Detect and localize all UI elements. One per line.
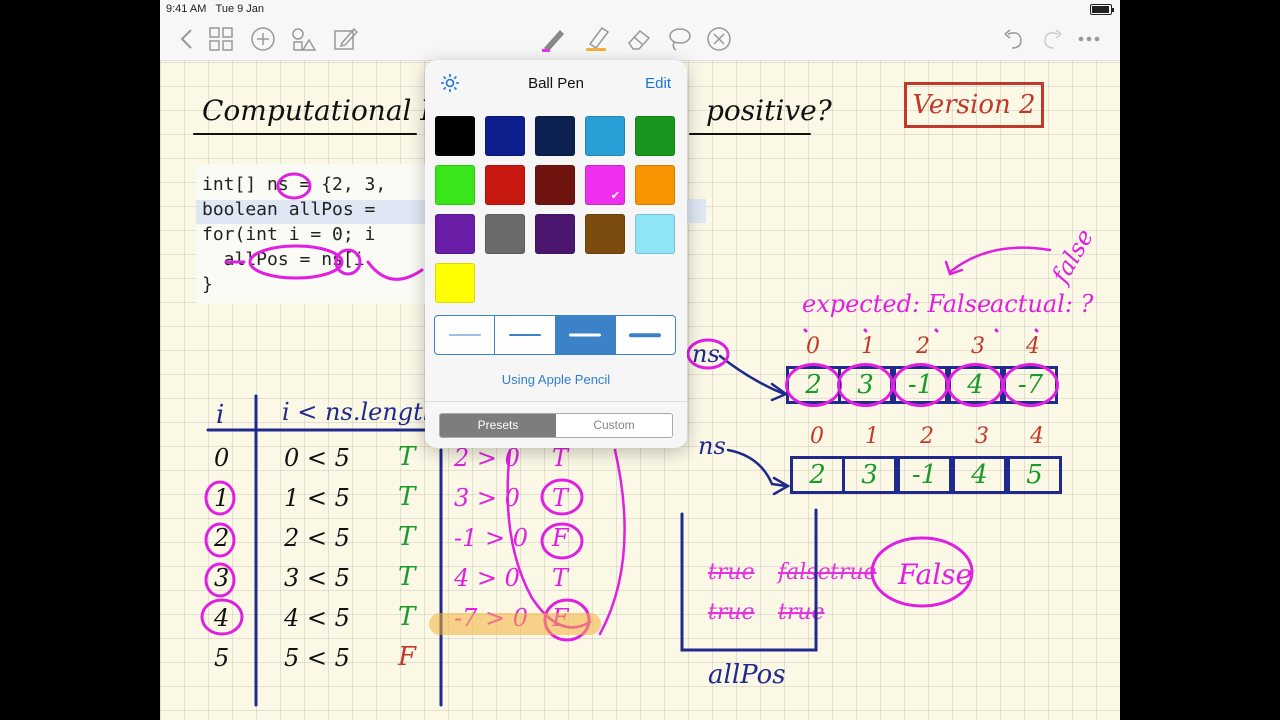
stroke-width-selector [434,315,676,355]
color-swatch[interactable] [635,214,675,254]
color-swatch[interactable] [585,116,625,156]
color-swatch[interactable] [535,214,575,254]
color-swatch[interactable] [485,214,525,254]
color-swatch[interactable] [435,263,475,303]
stroke-width-2[interactable] [495,316,556,354]
notebook-screen: 9:41 AM Tue 9 Jan int[] ns = {2, 3, bool… [160,0,1120,720]
color-swatch[interactable] [535,165,575,205]
color-swatch[interactable] [485,116,525,156]
color-swatch[interactable] [435,214,475,254]
custom-tab[interactable]: Custom [556,414,672,437]
ball-pen-popover: Ball Pen Edit ✔ Using Apple Pencil Prese… [425,60,687,448]
using-apple-pencil-link[interactable]: Using Apple Pencil [425,372,687,387]
color-swatch[interactable] [535,116,575,156]
color-swatch[interactable] [635,165,675,205]
color-swatch[interactable] [435,165,475,205]
popover-divider [425,401,687,402]
presets-tab[interactable]: Presets [440,414,556,437]
stroke-width-4[interactable] [616,316,675,354]
checkmark-icon: ✔ [610,190,620,202]
stroke-width-3[interactable] [555,316,616,354]
presets-custom-segmented-control: Presets Custom [439,413,673,438]
color-swatch[interactable] [635,116,675,156]
stroke-width-1[interactable] [435,316,496,354]
color-swatch[interactable]: ✔ [585,165,625,205]
color-swatch[interactable] [585,214,625,254]
color-swatch[interactable] [485,165,525,205]
edit-button[interactable]: Edit [645,75,671,92]
color-swatch[interactable] [435,116,475,156]
